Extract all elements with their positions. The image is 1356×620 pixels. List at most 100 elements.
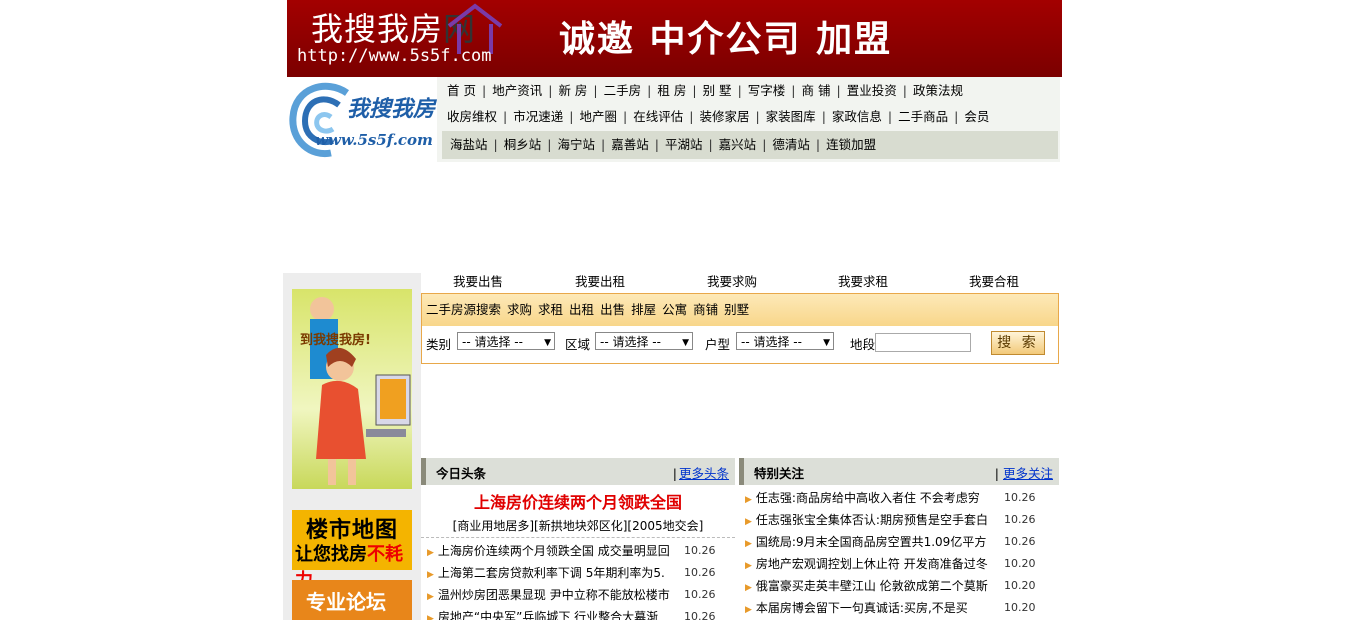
nav-item-row2-3[interactable]: 在线评估 — [633, 109, 683, 124]
bullet-arrow-icon: ▶ — [745, 517, 752, 527]
news-item[interactable]: ▶ 本届房博会留下一句真诚话:买房,不是买 10.20 — [745, 598, 1036, 618]
more-headlines-link[interactable]: 更多头条 — [679, 458, 729, 490]
special-focus-header: 特别关注 | 更多关注 — [739, 458, 1059, 485]
chevron-down-icon: ▼ — [544, 338, 551, 348]
search-type-link[interactable]: 出租 — [569, 302, 594, 317]
action-share-rent[interactable]: 我要合租 — [969, 272, 1019, 292]
nav-item-row2-4[interactable]: 装修家居 — [699, 109, 749, 124]
nav-item-row1-2[interactable]: 新 房 — [558, 83, 587, 98]
nav-separator: | — [692, 83, 697, 98]
news-item[interactable]: ▶ 国统局:9月末全国商品房空置共1.09亿平方 10.26 — [745, 532, 1036, 552]
nav-item-row1-0[interactable]: 首 页 — [447, 83, 476, 98]
site-logo[interactable]: 我搜我房 www.5s5f.com — [287, 77, 437, 162]
nav-item-row3-3[interactable]: 嘉善站 — [611, 137, 649, 152]
logo-text: 我搜我房 — [347, 96, 436, 122]
search-type-link[interactable]: 商铺 — [693, 302, 718, 317]
news-item[interactable]: ▶ 任志强张宝全集体否认:期房预售是空手套白 10.26 — [745, 510, 1036, 530]
nav-separator: | — [836, 83, 841, 98]
search-type-link[interactable]: 别墅 — [724, 302, 749, 317]
action-sell[interactable]: 我要出售 — [453, 272, 503, 292]
area-select[interactable]: -- 请选择 -- ▼ — [595, 332, 693, 350]
nav-item-row3-5[interactable]: 嘉兴站 — [719, 137, 757, 152]
action-rent-out[interactable]: 我要出租 — [575, 272, 625, 292]
top-headline[interactable]: 上海房价连续两个月领跌全国 — [421, 489, 735, 513]
nav-item-row2-7[interactable]: 二手商品 — [898, 109, 948, 124]
nav-item-row3-2[interactable]: 海宁站 — [557, 137, 595, 152]
bullet-arrow-icon: ▶ — [745, 583, 752, 593]
nav-item-row1-6[interactable]: 写字楼 — [748, 83, 786, 98]
news-item[interactable]: ▶ 上海房价连续两个月领跌全国 成交量明显回 10.26 — [427, 541, 716, 561]
nav-item-row3-0[interactable]: 海盐站 — [450, 137, 488, 152]
news-title: 任志强:商品房给中高收入者住 不会考虑穷 — [755, 491, 980, 505]
news-date: 10.20 — [1004, 601, 1036, 614]
news-title: 任志强张宝全集体否认:期房预售是空手套白 — [755, 513, 988, 527]
search-type-link[interactable]: 公寓 — [662, 302, 687, 317]
secondhand-search-panel: 二手房源搜索 求购 求租 出租 出售 排屋 公寓 商铺 别墅 类别 -- 请选择 -- ▼ 区域 … — [421, 293, 1059, 364]
nav-item-row2-8[interactable]: 会员 — [964, 109, 989, 124]
news-date: 10.26 — [1004, 535, 1036, 548]
news-title: 上海房价连续两个月领跌全国 成交量明显回 — [437, 544, 670, 558]
road-input[interactable] — [875, 333, 971, 352]
more-focus-text: 更多关注 — [1002, 466, 1053, 481]
today-headlines-header: 今日头条 | 更多头条 — [421, 458, 735, 485]
news-item[interactable]: ▶ 俄富豪买走英丰壁江山 伦敦欲成第二个莫斯 10.20 — [745, 576, 1036, 596]
bullet-arrow-icon: ▶ — [427, 570, 434, 580]
nav-item-row1-3[interactable]: 二手房 — [604, 83, 642, 98]
nav-separator: | — [791, 83, 796, 98]
news-date: 10.26 — [684, 610, 716, 620]
nav-item-row2-5[interactable]: 家装图库 — [766, 109, 816, 124]
search-type-link[interactable]: 求购 — [507, 302, 532, 317]
nav-item-row2-0[interactable]: 收房维权 — [447, 109, 497, 124]
news-item[interactable]: ▶ 任志强:商品房给中高收入者住 不会考虑穷 10.26 — [745, 488, 1036, 508]
nav-item-row2-6[interactable]: 家政信息 — [832, 109, 882, 124]
news-item[interactable]: ▶ 上海第二套房贷款利率下调 5年期利率为5. 10.26 — [427, 563, 716, 583]
action-buy[interactable]: 我要求购 — [707, 272, 757, 292]
category-select-value: -- 请选择 -- — [462, 335, 523, 349]
nav-item-row2-2[interactable]: 地产圈 — [579, 109, 617, 124]
nav-item-row1-8[interactable]: 置业投资 — [847, 83, 897, 98]
nav-item-row2-1[interactable]: 市况速递 — [513, 109, 563, 124]
news-item[interactable]: ▶ 房地产宏观调控划上休止符 开发商准备过冬 10.20 — [745, 554, 1036, 574]
search-type-link[interactable]: 出售 — [600, 302, 625, 317]
search-type-link[interactable]: 排屋 — [631, 302, 656, 317]
nav-separator: | — [647, 83, 652, 98]
more-focus-link[interactable]: 更多关注 — [1003, 458, 1053, 490]
more-headlines-text: 更多头条 — [678, 466, 729, 481]
nav-item-row1-7[interactable]: 商 铺 — [802, 83, 831, 98]
nav-separator: | — [755, 109, 760, 124]
chevron-down-icon: ▼ — [823, 338, 830, 348]
category-select[interactable]: -- 请选择 -- ▼ — [457, 332, 555, 350]
nav-item-row1-9[interactable]: 政策法规 — [913, 83, 963, 98]
ad-banner-people[interactable]: 到我搜我房! — [292, 289, 412, 489]
divider — [421, 537, 735, 538]
ad-map-subtitle-a: 让您找房 — [295, 544, 367, 565]
nav-item-row3-1[interactable]: 桐乡站 — [504, 137, 542, 152]
layout-select[interactable]: -- 请选择 -- ▼ — [736, 332, 834, 350]
ad-banner-forum[interactable]: 专业论坛 — [292, 580, 412, 620]
search-type-link[interactable]: 求租 — [538, 302, 563, 317]
news-item[interactable]: ▶ 温州炒房团恶果显现 尹中立称不能放松楼市 10.26 — [427, 585, 716, 605]
news-title: 本届房博会留下一句真诚话:买房,不是买 — [755, 601, 968, 615]
nav-item-row1-1[interactable]: 地产资讯 — [492, 83, 542, 98]
nav-item-row1-5[interactable]: 别 墅 — [703, 83, 732, 98]
ad-banner-map[interactable]: 楼市地图 让您找房不耗力 — [292, 510, 412, 591]
nav-separator: | — [954, 109, 959, 124]
top-banner[interactable]: 我搜我房网 http://www.5s5f.com 诚邀 中介公司 加盟 — [287, 0, 1062, 77]
nav-separator: | — [548, 83, 553, 98]
layout-label: 户型 — [705, 337, 731, 352]
bullet-arrow-icon: ▶ — [745, 561, 752, 571]
nav-item-row3-6[interactable]: 德清站 — [772, 137, 810, 152]
news-item[interactable]: ▶ 房地产“中央军”兵临城下 行业整合大幕渐 10.26 — [427, 607, 716, 620]
nav-separator: | — [654, 137, 659, 152]
headline-sublinks[interactable]: [商业用地居多][新拱地块郊区化][2005地交会] — [421, 517, 735, 534]
nav-item-row1-4[interactable]: 租 房 — [657, 83, 686, 98]
action-rent[interactable]: 我要求租 — [838, 272, 888, 292]
news-date: 10.26 — [684, 588, 716, 601]
nav-item-row3-7[interactable]: 连锁加盟 — [826, 137, 876, 152]
main-nav: 首 页 | 地产资讯 | 新 房 | 二手房 | 租 房 | 别 墅 | 写字楼 | 商 铺 | 置业投资 | 政策… — [437, 77, 1060, 162]
search-button[interactable]: 搜 索 — [991, 331, 1045, 355]
banner-url: http://www.5s5f.com — [297, 46, 492, 66]
banner-slogan: 诚邀 中介公司 加盟 — [559, 19, 893, 60]
nav-item-row3-4[interactable]: 平湖站 — [665, 137, 703, 152]
bullet-arrow-icon: ▶ — [427, 614, 434, 620]
